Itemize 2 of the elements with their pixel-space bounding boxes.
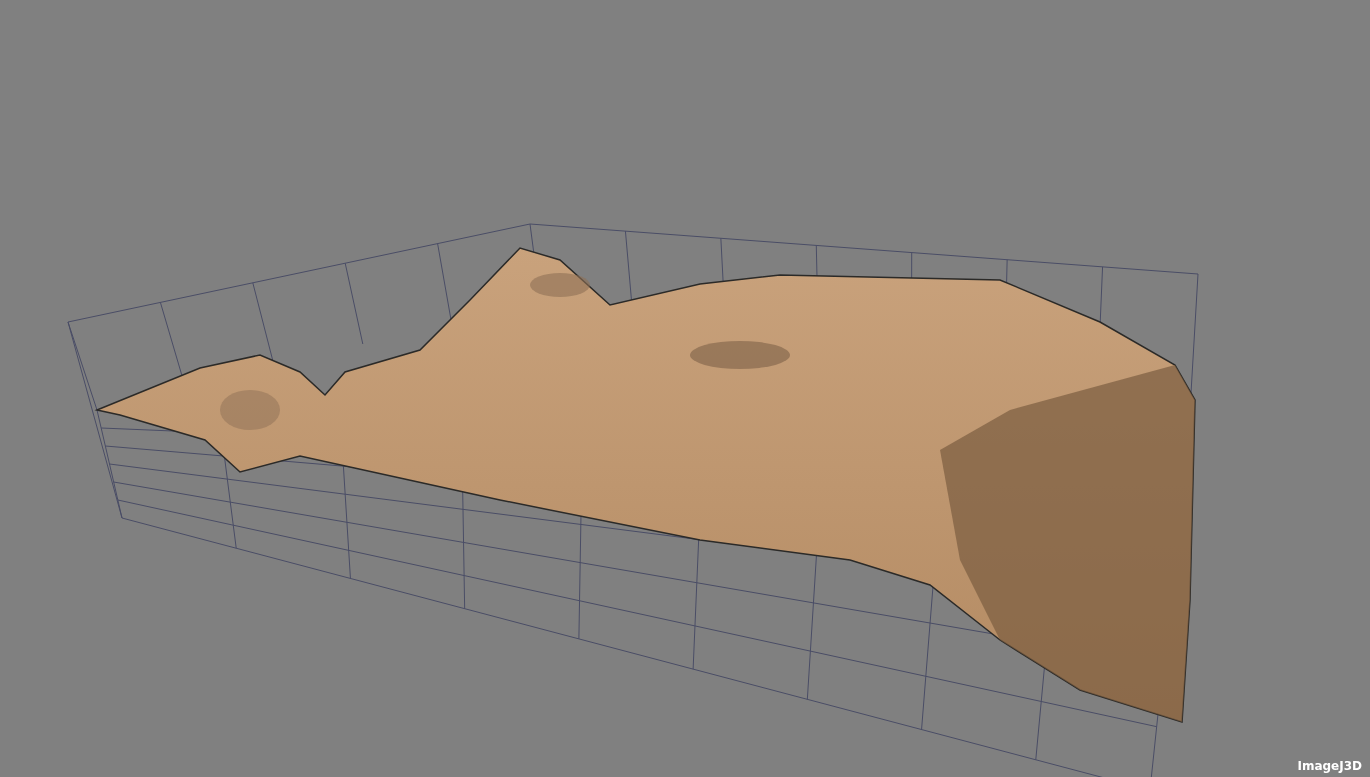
app-label: ImageJ3D (1297, 759, 1362, 773)
3d-viewport[interactable]: ImageJ3D (0, 0, 1370, 777)
